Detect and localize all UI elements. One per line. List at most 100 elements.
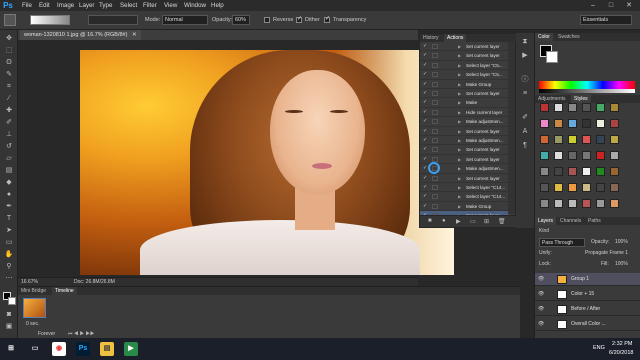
style-swatch[interactable] (596, 103, 605, 112)
type-tool-icon[interactable]: T (3, 214, 15, 224)
brush-tool-icon[interactable]: ✐ (3, 118, 15, 128)
record-icon[interactable]: ● (442, 218, 446, 224)
action-row[interactable]: ✓ ▶ Set current layer (420, 89, 509, 99)
dialog-toggle-icon[interactable] (432, 175, 438, 181)
action-row[interactable]: ✓ ▶ Make adjustmen... (420, 117, 509, 127)
visibility-eye-icon[interactable]: 👁 (538, 291, 544, 297)
screen-mode-icon[interactable]: ▣ (3, 322, 15, 332)
action-row[interactable]: ✓ ▶ Set current layer (420, 174, 509, 183)
style-swatch[interactable] (540, 151, 549, 160)
toggle-item-icon[interactable]: ✓ (423, 80, 427, 89)
new-set-icon[interactable]: ▭ (470, 218, 476, 225)
toggle-item-icon[interactable]: ✓ (423, 89, 427, 98)
style-swatch[interactable] (568, 199, 577, 208)
toggle-item-icon[interactable]: ✓ (423, 136, 427, 145)
path-selection-tool-icon[interactable]: ➤ (3, 226, 15, 236)
color-background-swatch[interactable] (546, 51, 558, 63)
paragraph-panel-icon[interactable]: ¶ (519, 141, 531, 151)
style-swatch[interactable] (582, 183, 591, 192)
expand-arrow-icon[interactable]: ▶ (458, 202, 461, 211)
menu-select[interactable]: Select (120, 0, 137, 11)
dialog-toggle-icon[interactable] (432, 100, 438, 106)
expand-arrow-icon[interactable]: ▶ (458, 174, 461, 183)
expand-arrow-icon[interactable]: ▶ (458, 51, 461, 60)
start-button-icon[interactable]: ⊞ (4, 342, 18, 356)
style-swatch[interactable] (596, 135, 605, 144)
toggle-item-icon[interactable]: ✓ (423, 42, 427, 51)
style-swatch[interactable] (596, 183, 605, 192)
style-swatch[interactable] (582, 199, 591, 208)
quick-mask-icon[interactable]: ◙ (3, 310, 15, 320)
visibility-eye-icon[interactable]: 👁 (538, 306, 544, 312)
tab-history[interactable]: History (420, 34, 442, 42)
tab-timeline[interactable]: Timeline (52, 287, 77, 295)
history-panel-icon[interactable]: ⧗ (519, 37, 531, 47)
gradient-tool-icon[interactable] (4, 14, 16, 26)
expand-arrow-icon[interactable]: ▶ (458, 127, 461, 136)
action-row[interactable]: ✓ ▶ Select layer "C14... (420, 183, 509, 193)
menu-filter[interactable]: Filter (143, 0, 157, 11)
clock-date[interactable]: 6/20/2018 (609, 350, 633, 356)
blur-tool-icon[interactable]: ◆ (3, 178, 15, 188)
clone-stamp-tool-icon[interactable]: ⊥ (3, 130, 15, 140)
play-icon[interactable]: ▶ (456, 218, 461, 225)
dialog-toggle-icon[interactable] (432, 185, 438, 190)
tab-paths[interactable]: Paths (585, 217, 604, 225)
style-swatch[interactable] (554, 135, 563, 144)
toggle-item-icon[interactable]: ✓ (423, 51, 427, 60)
style-swatch[interactable] (554, 151, 563, 160)
move-tool-icon[interactable]: ✥ (3, 34, 15, 44)
expand-arrow-icon[interactable]: ▶ (458, 108, 461, 117)
style-swatch[interactable] (568, 167, 577, 176)
action-row[interactable]: ✓ ▶ Select layer "C5... (420, 61, 509, 71)
style-swatch[interactable] (596, 199, 605, 208)
canvas-area[interactable] (18, 40, 454, 277)
fill-input[interactable]: 100% (615, 261, 628, 267)
zoom-tool-icon[interactable]: ⚲ (3, 262, 15, 272)
expand-arrow-icon[interactable]: ▶ (458, 145, 461, 154)
menu-edit[interactable]: Edit (39, 0, 50, 11)
pen-tool-icon[interactable]: ✒ (3, 202, 15, 212)
menu-view[interactable]: View (164, 0, 177, 11)
style-swatch[interactable] (540, 183, 549, 192)
shape-tool-icon[interactable]: ▭ (3, 238, 15, 248)
action-row[interactable]: ✓ ▶ Hide current layer (420, 108, 509, 118)
style-swatch[interactable] (596, 119, 605, 128)
layer-row[interactable]: 👁 Before / After (535, 303, 640, 316)
toggle-item-icon[interactable]: ✓ (423, 192, 427, 201)
style-swatch[interactable] (540, 167, 549, 176)
style-swatch[interactable] (610, 135, 619, 144)
action-row[interactable]: ✓ ▶ Set current layer (420, 42, 509, 52)
dialog-toggle-icon[interactable] (432, 109, 438, 115)
toggle-item-icon[interactable]: ✓ (423, 183, 427, 192)
close-tab-icon[interactable]: ✕ (132, 32, 137, 38)
style-swatch[interactable] (610, 167, 619, 176)
style-swatch[interactable] (554, 199, 563, 208)
action-row[interactable]: ✓ ▶ Set current layer (420, 51, 509, 61)
task-view-icon[interactable]: ▭ (28, 342, 42, 356)
dialog-toggle-icon[interactable] (432, 194, 438, 200)
expand-arrow-icon[interactable]: ▶ (458, 42, 461, 51)
expand-arrow-icon[interactable]: ▶ (458, 164, 461, 173)
timeline-frame-1[interactable] (23, 298, 46, 318)
style-swatch[interactable] (582, 151, 591, 160)
eyedropper-tool-icon[interactable]: ⁄ (3, 94, 15, 104)
loop-options[interactable]: Forever (38, 331, 55, 337)
expand-arrow-icon[interactable]: ▶ (458, 183, 461, 192)
style-swatch[interactable] (582, 119, 591, 128)
tab-channels[interactable]: Channels (557, 217, 584, 225)
style-swatch[interactable] (554, 183, 563, 192)
toggle-item-icon[interactable]: ✓ (423, 155, 427, 164)
gradient-tool-icon[interactable]: ▤ (3, 166, 15, 176)
style-swatch[interactable] (540, 119, 549, 128)
dither-checkbox[interactable] (296, 15, 302, 23)
expand-arrow-icon[interactable]: ▶ (458, 70, 461, 79)
stop-icon[interactable]: ■ (428, 218, 432, 224)
chrome-icon[interactable]: ◉ (52, 342, 66, 356)
file-explorer-icon[interactable]: ▤ (100, 342, 114, 356)
camtasia-icon[interactable]: ▶ (124, 342, 138, 356)
action-row[interactable]: ✓ ▶ Make (420, 98, 509, 108)
style-swatch[interactable] (568, 135, 577, 144)
action-row[interactable]: ✓ ▶ Make adjustmen... (420, 136, 509, 146)
grayscale-ramp[interactable] (539, 89, 635, 93)
